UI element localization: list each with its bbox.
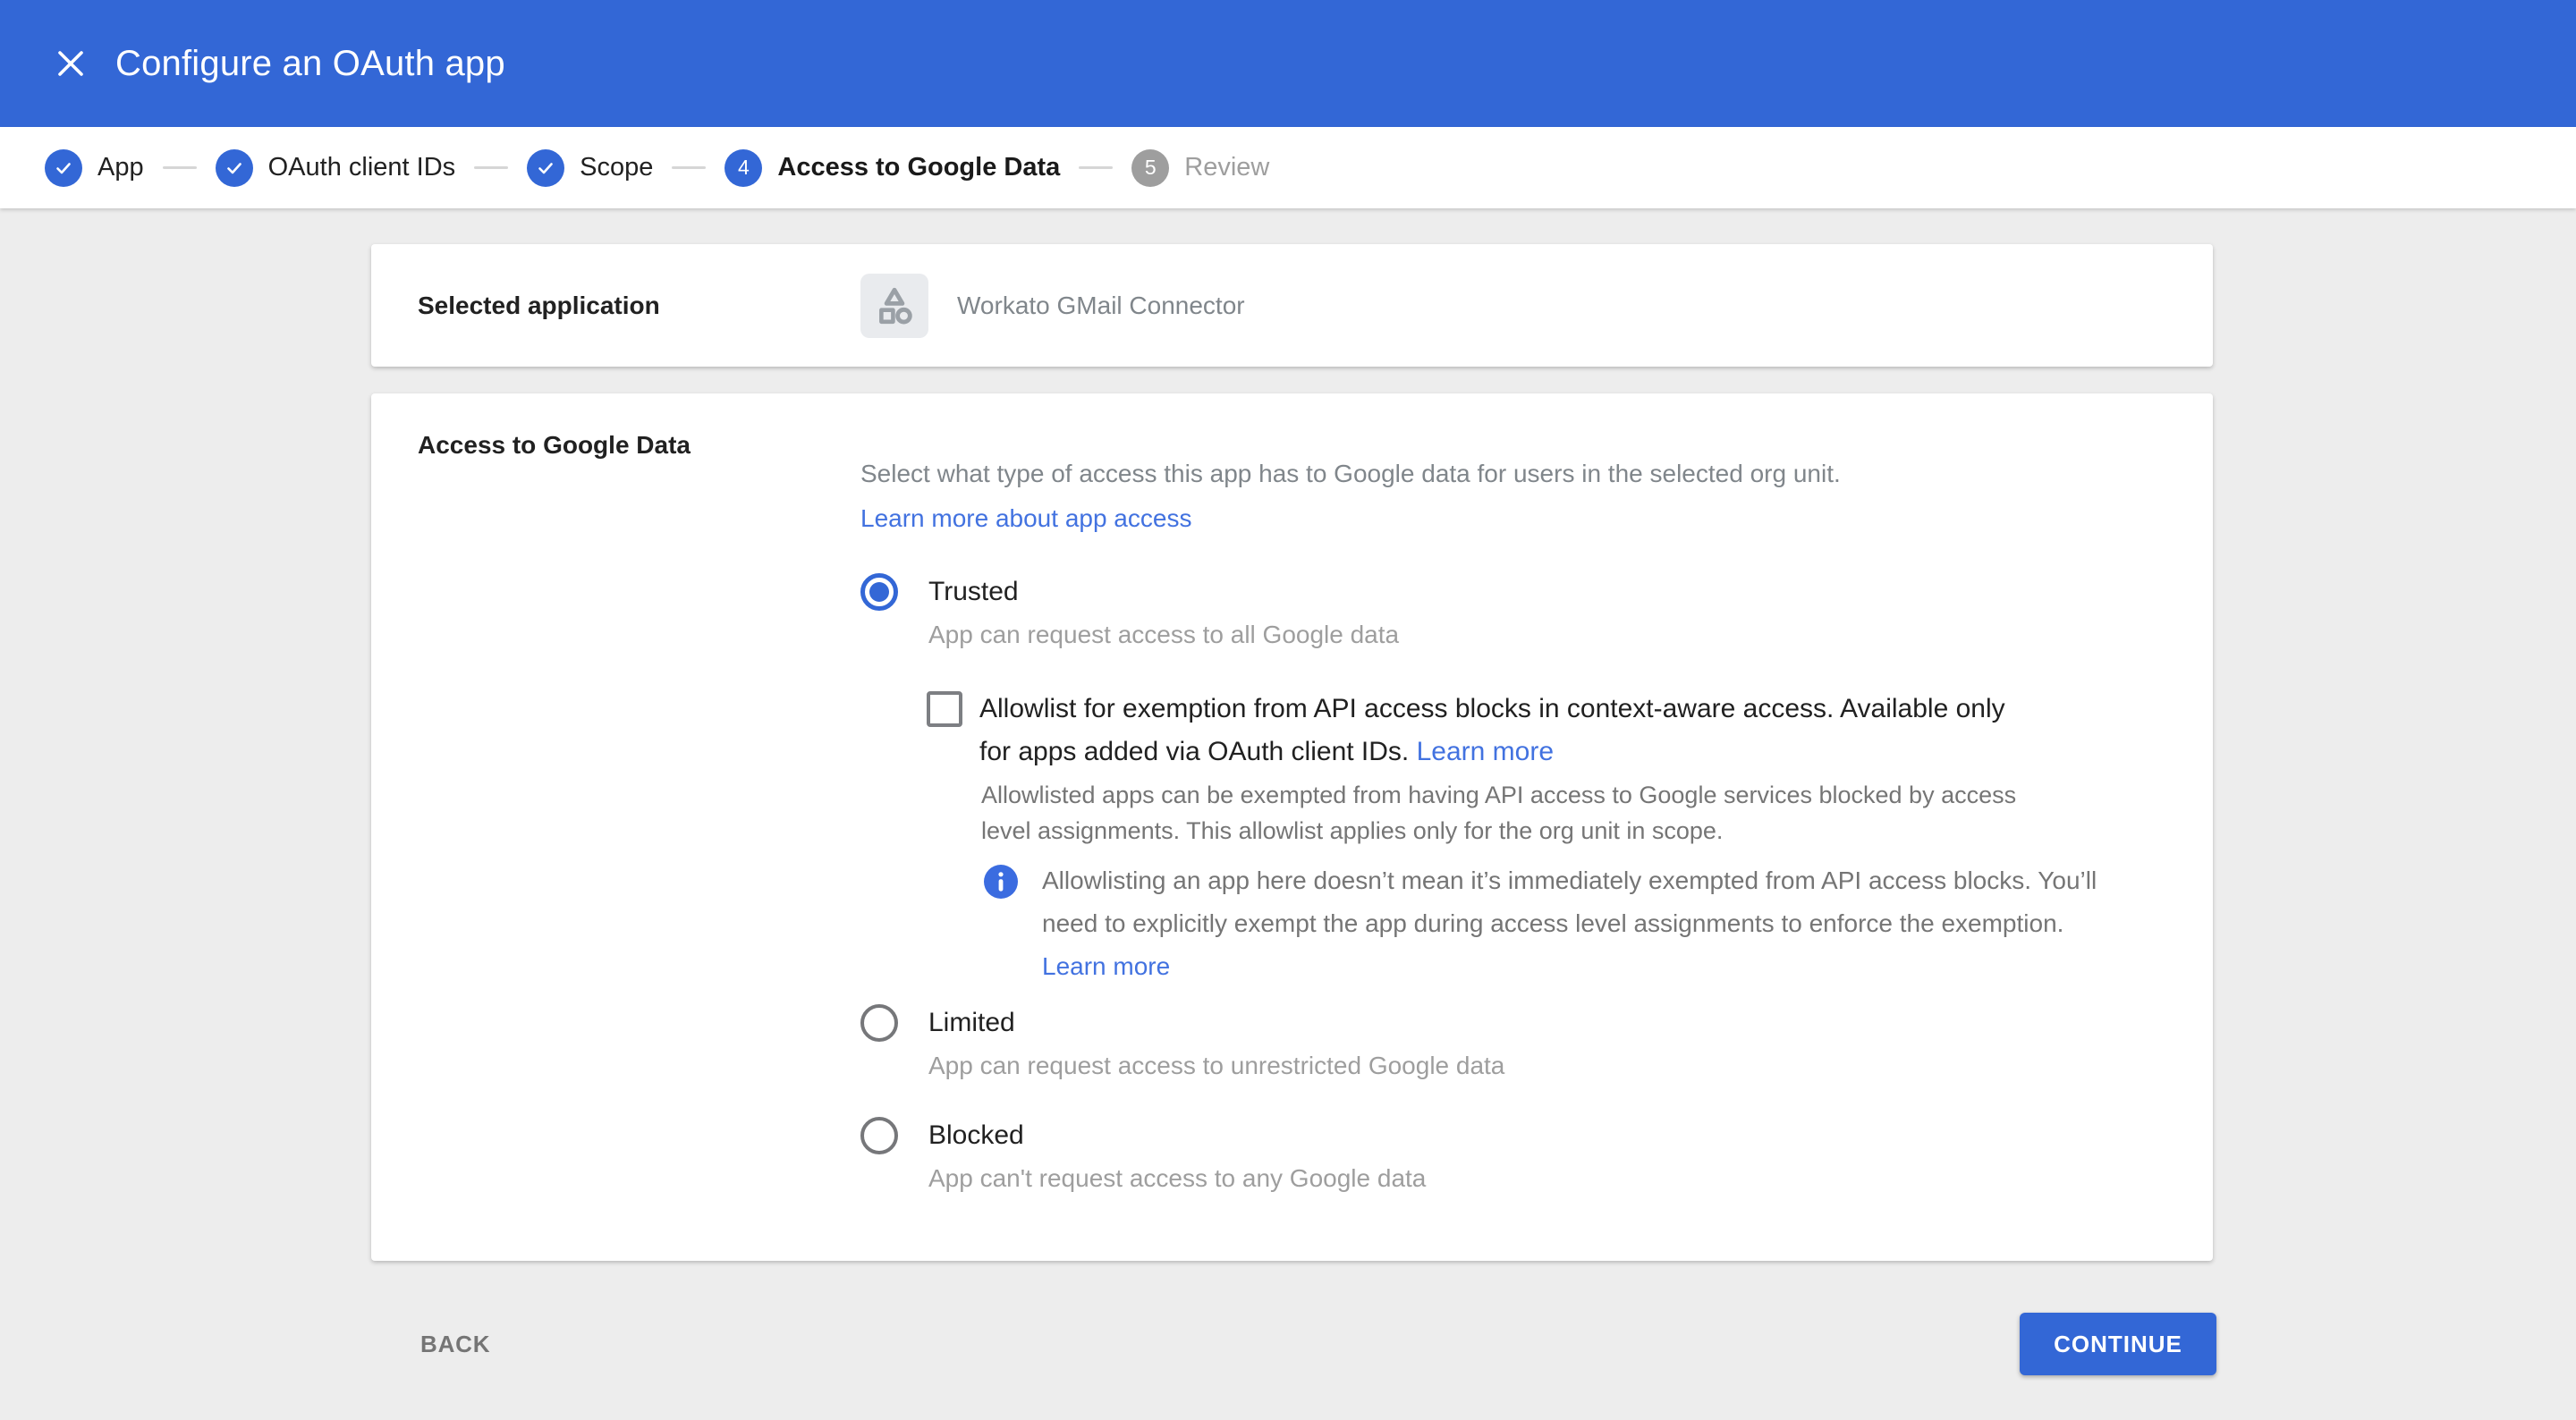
step-app[interactable]: App <box>45 149 144 187</box>
close-icon[interactable] <box>51 44 90 83</box>
radio-option-blocked[interactable]: Blocked <box>860 1117 2256 1154</box>
checkbox-unchecked-icon[interactable] <box>927 691 962 727</box>
dialog-title: Configure an OAuth app <box>115 44 505 84</box>
radio-label-blocked: Blocked <box>928 1120 1024 1151</box>
radio-selected-icon[interactable] <box>860 573 898 611</box>
step-number-badge: 5 <box>1131 149 1169 187</box>
step-complete-check-icon <box>527 149 564 187</box>
selected-application-name: Workato GMail Connector <box>957 292 1245 320</box>
continue-button[interactable]: CONTINUE <box>2020 1313 2216 1375</box>
step-connector <box>163 166 197 169</box>
step-access-to-google-data[interactable]: 4 Access to Google Data <box>724 149 1060 187</box>
step-complete-check-icon <box>45 149 82 187</box>
limited-description: App can request access to unrestricted G… <box>928 1051 2256 1081</box>
step-number-badge: 4 <box>724 149 762 187</box>
back-button[interactable]: BACK <box>399 1316 512 1373</box>
selected-application-chip: Workato GMail Connector <box>860 274 1245 338</box>
radio-unselected-icon[interactable] <box>860 1004 898 1042</box>
trusted-description: App can request access to all Google dat… <box>928 620 2256 650</box>
access-section-content: Select what type of access this app has … <box>860 459 2256 1194</box>
info-icon <box>984 865 1018 899</box>
allowlist-description: Allowlisted apps can be exempted from ha… <box>981 777 2072 849</box>
step-label: Scope <box>580 153 653 182</box>
access-to-google-data-card: Access to Google Data Select what type o… <box>371 393 2213 1261</box>
learn-more-app-access-link[interactable]: Learn more about app access <box>860 503 1191 534</box>
step-label: Access to Google Data <box>777 153 1060 182</box>
blocked-description: App can't request access to any Google d… <box>928 1163 2256 1194</box>
radio-option-trusted[interactable]: Trusted <box>860 573 2256 611</box>
step-label: Review <box>1184 153 1269 182</box>
step-scope[interactable]: Scope <box>527 149 653 187</box>
step-label: App <box>97 153 144 182</box>
access-section-heading: Access to Google Data <box>418 431 691 460</box>
note-learn-more-link[interactable]: Learn more <box>1042 952 1170 980</box>
step-review[interactable]: 5 Review <box>1131 149 1269 187</box>
allowlist-checkbox-row[interactable]: Allowlist for exemption from API access … <box>927 688 2256 773</box>
step-complete-check-icon <box>216 149 253 187</box>
close-x-glyph <box>54 46 88 80</box>
allowlist-learn-more-link[interactable]: Learn more <box>1417 737 1554 766</box>
step-connector <box>1079 166 1113 169</box>
configure-oauth-app-dialog: Configure an OAuth app App OAuth client … <box>0 0 2576 1420</box>
radio-label-limited: Limited <box>928 1008 1015 1038</box>
access-section-description: Select what type of access this app has … <box>860 459 2256 489</box>
step-label: OAuth client IDs <box>268 153 456 182</box>
selected-application-label: Selected application <box>418 292 860 320</box>
step-oauth-client-ids[interactable]: OAuth client IDs <box>216 149 456 187</box>
allowlist-note-body: Allowlisting an app here doesn’t mean it… <box>1042 866 2097 937</box>
radio-unselected-icon[interactable] <box>860 1117 898 1154</box>
radio-label-trusted: Trusted <box>928 577 1019 607</box>
allowlist-note-text: Allowlisting an app here doesn’t mean it… <box>1042 859 2124 988</box>
selected-application-card: Selected application Workato GMail Conne… <box>371 244 2213 367</box>
step-connector <box>474 166 508 169</box>
allowlist-info-note: Allowlisting an app here doesn’t mean it… <box>984 859 2256 988</box>
wizard-stepper: App OAuth client IDs Scope 4 Access to G… <box>0 127 2576 208</box>
allowlist-checkbox-label: Allowlist for exemption from API access … <box>979 688 2035 773</box>
app-category-icon <box>860 274 928 338</box>
dialog-header: Configure an OAuth app <box>0 0 2576 127</box>
step-connector <box>672 166 706 169</box>
radio-option-limited[interactable]: Limited <box>860 1004 2256 1042</box>
